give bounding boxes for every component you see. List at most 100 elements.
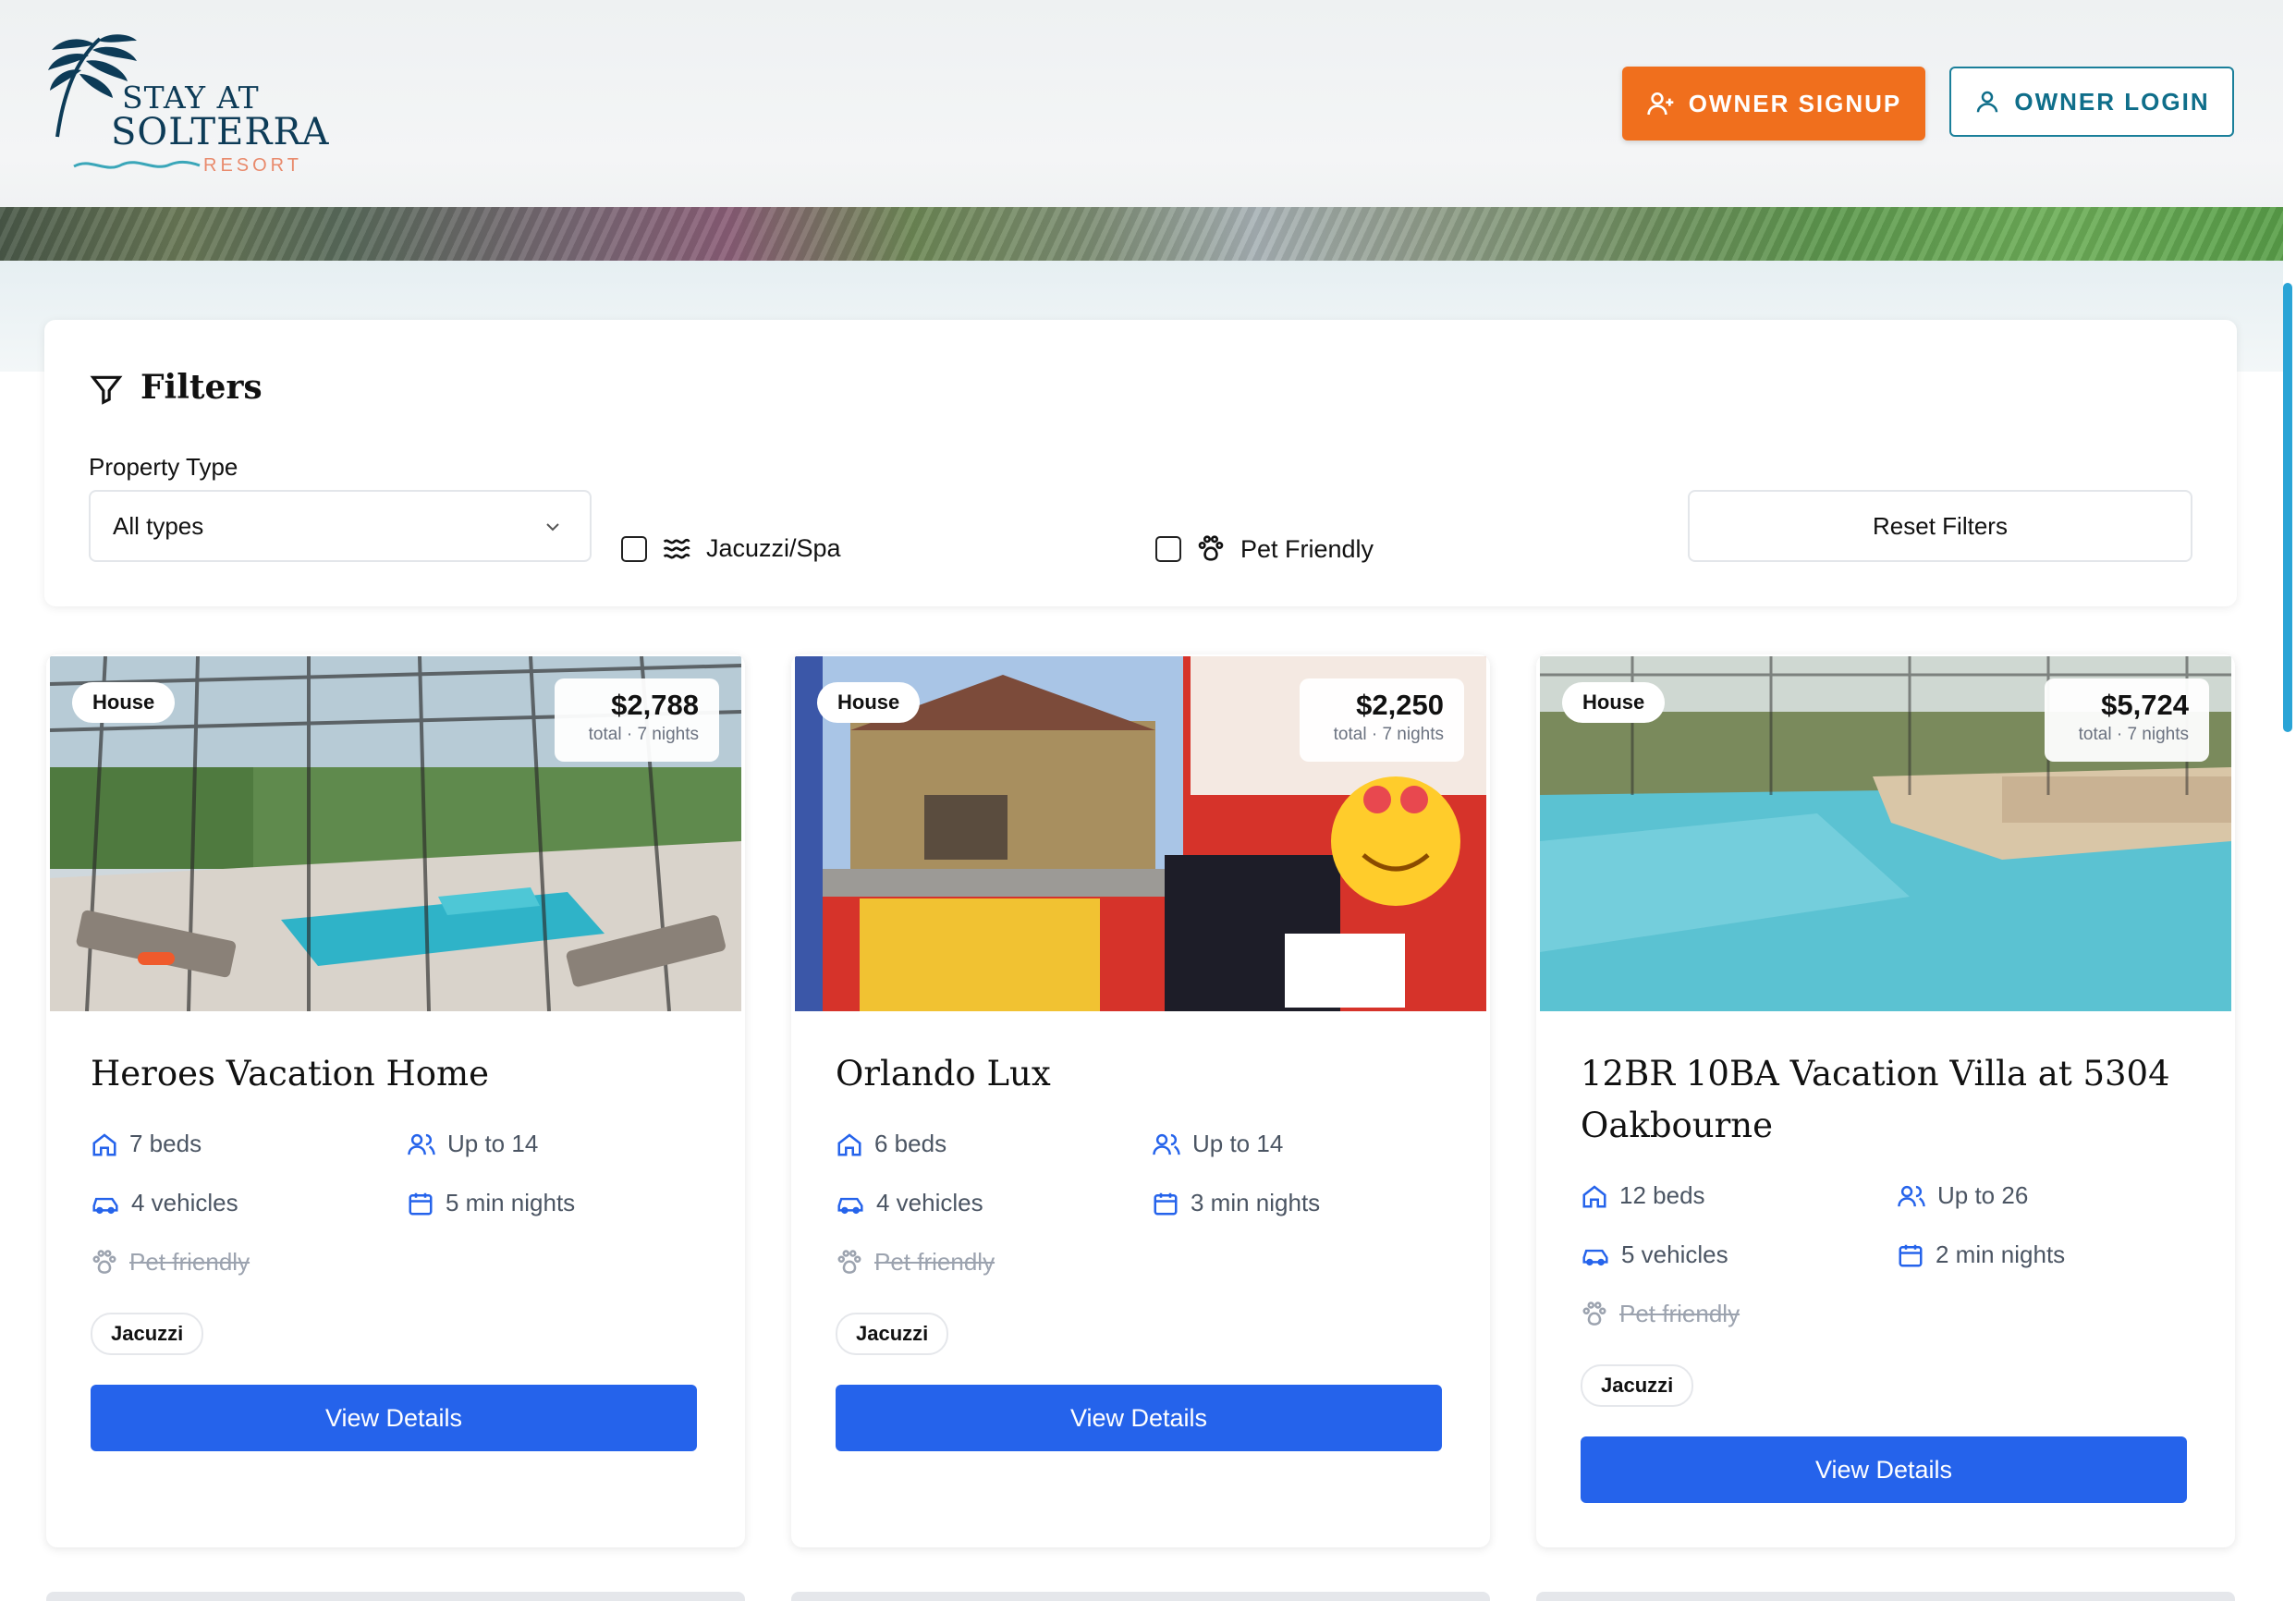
home-icon	[837, 1132, 861, 1155]
listing-photo[interactable]: House $5,724 total · 7 nights	[1540, 656, 2231, 1011]
jacuzzi-filter[interactable]: Jacuzzi/Spa	[621, 534, 841, 563]
view-details-button[interactable]: View Details	[1581, 1436, 2187, 1503]
pet-friendly-feature: Pet friendly	[836, 1248, 995, 1277]
jacuzzi-checkbox[interactable]	[621, 535, 647, 562]
property-type-select[interactable]: All types	[89, 490, 592, 562]
calendar-icon	[1154, 1192, 1178, 1215]
paw-icon	[92, 1249, 116, 1274]
site-logo[interactable]: STAY AT SOLTERRA RESORT	[44, 28, 329, 176]
calendar-icon	[1899, 1244, 1923, 1266]
jacuzzi-filter-label: Jacuzzi/Spa	[706, 534, 841, 562]
paw-icon	[1582, 1301, 1606, 1326]
home-icon	[1582, 1184, 1606, 1207]
paw-icon	[1198, 535, 1224, 561]
vehicles-feature: 4 vehicles	[91, 1189, 238, 1217]
vehicles-feature: 4 vehicles	[836, 1189, 983, 1217]
property-type-value: All types	[113, 511, 204, 540]
users-icon	[408, 1133, 435, 1155]
users-icon	[1153, 1133, 1180, 1155]
pet-friendly-text: Pet friendly	[874, 1248, 995, 1276]
next-listing-card	[46, 1592, 745, 1601]
home-icon	[92, 1132, 116, 1155]
listing-photo[interactable]: House $2,788 total · 7 nights	[50, 656, 741, 1011]
user-icon	[1977, 91, 1998, 113]
price-badge: $2,250 total · 7 nights	[1300, 678, 1464, 762]
scrollbar-thumb[interactable]	[2283, 283, 2292, 732]
next-listing-card	[1536, 1592, 2235, 1601]
filter-icon	[90, 375, 123, 405]
vehicles-text: 4 vehicles	[876, 1189, 983, 1216]
jacuzzi-tag: Jacuzzi	[91, 1313, 204, 1355]
price-total: $5,724	[2101, 689, 2189, 721]
beds-text: 12 beds	[1619, 1181, 1705, 1209]
paw-icon	[837, 1249, 861, 1274]
pet-friendly-checkbox[interactable]	[1155, 536, 1181, 562]
beds-text: 7 beds	[129, 1130, 202, 1157]
chevron-down-icon	[546, 523, 559, 532]
owner-signup-button[interactable]: OWNER SIGNUP	[1622, 67, 1925, 141]
min-nights-feature: 3 min nights	[1152, 1189, 1320, 1217]
price-subtext: total · 7 nights	[588, 725, 699, 744]
pet-friendly-feature: Pet friendly	[1581, 1300, 1740, 1328]
reset-filters-button[interactable]: Reset Filters	[1688, 490, 2192, 562]
view-details-button[interactable]: View Details	[836, 1385, 1442, 1451]
waves-icon	[663, 538, 690, 558]
price-badge: $5,724 total · 7 nights	[2045, 678, 2209, 762]
users-icon	[1898, 1185, 1925, 1206]
logo-text-line2: SOLTERRA	[111, 111, 330, 153]
guests-text: Up to 14	[1192, 1130, 1284, 1157]
min-nights-feature: 5 min nights	[407, 1189, 575, 1217]
price-subtext: total · 7 nights	[2078, 725, 2189, 744]
listing-photo[interactable]: House $2,250 total · 7 nights	[795, 656, 1486, 1011]
owner-signup-label: OWNER SIGNUP	[1688, 89, 1902, 117]
property-type-badge: House	[1562, 682, 1666, 723]
owner-login-button[interactable]: OWNER LOGIN	[1949, 67, 2234, 137]
vehicles-text: 5 vehicles	[1621, 1240, 1728, 1268]
guests-feature: Up to 26	[1897, 1181, 2028, 1210]
listing-title[interactable]: Orlando Lux	[836, 1048, 1446, 1100]
view-details-button[interactable]: View Details	[91, 1385, 697, 1451]
pet-friendly-filter[interactable]: Pet Friendly	[1155, 534, 1374, 564]
guests-text: Up to 26	[1937, 1181, 2029, 1209]
guests-feature: Up to 14	[407, 1130, 538, 1158]
property-type-badge: House	[817, 682, 921, 723]
car-icon	[92, 1197, 118, 1214]
pet-friendly-filter-label: Pet Friendly	[1240, 534, 1374, 563]
listing-card: House $5,724 total · 7 nights 12BR 10BA …	[1536, 654, 2235, 1547]
vehicles-text: 4 vehicles	[131, 1189, 238, 1216]
scrollbar-track[interactable]	[2283, 0, 2296, 1601]
next-listing-card	[791, 1592, 1490, 1601]
price-total: $2,250	[1356, 689, 1444, 721]
price-total: $2,788	[611, 689, 699, 721]
calendar-icon	[409, 1192, 433, 1215]
min-nights-text: 3 min nights	[1191, 1189, 1321, 1216]
filters-panel	[44, 320, 2237, 606]
user-plus-icon	[1647, 92, 1674, 116]
listing-title[interactable]: Heroes Vacation Home	[91, 1048, 701, 1100]
min-nights-text: 5 min nights	[446, 1189, 576, 1216]
guests-feature: Up to 14	[1152, 1130, 1283, 1158]
pet-friendly-text: Pet friendly	[129, 1248, 250, 1276]
property-type-label: Property Type	[89, 453, 238, 481]
min-nights-feature: 2 min nights	[1897, 1240, 2065, 1269]
listing-title[interactable]: 12BR 10BA Vacation Villa at 5304 Oakbour…	[1581, 1048, 2191, 1152]
beds-feature: 7 beds	[91, 1130, 202, 1158]
guests-text: Up to 14	[447, 1130, 539, 1157]
vehicles-feature: 5 vehicles	[1581, 1240, 1728, 1269]
logo-text-line3: RESORT	[203, 155, 302, 176]
listing-card: House $2,788 total · 7 nights Heroes Vac…	[46, 654, 745, 1547]
filters-title: Filters	[140, 368, 263, 407]
min-nights-text: 2 min nights	[1936, 1240, 2066, 1268]
price-badge: $2,788 total · 7 nights	[555, 678, 719, 762]
jacuzzi-tag: Jacuzzi	[836, 1313, 949, 1355]
price-subtext: total · 7 nights	[1333, 725, 1444, 744]
wave-icon	[73, 160, 201, 169]
page: STAY AT SOLTERRA RESORT OWNER SIGNUP OWN…	[0, 0, 2283, 1601]
pet-friendly-text: Pet friendly	[1619, 1300, 1740, 1327]
beds-feature: 12 beds	[1581, 1181, 1705, 1210]
owner-login-label: OWNER LOGIN	[2014, 87, 2210, 116]
car-icon	[837, 1197, 863, 1214]
hero-image-strip	[0, 207, 2283, 261]
pet-friendly-feature: Pet friendly	[91, 1248, 250, 1277]
property-type-badge: House	[72, 682, 176, 723]
